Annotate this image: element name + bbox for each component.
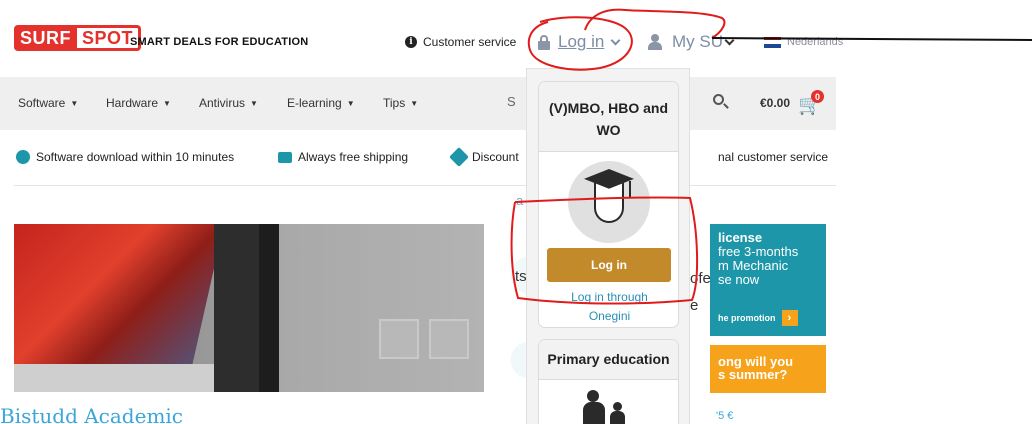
onegini-link[interactable]: Onegini <box>539 309 678 323</box>
tagline: SMART DEALS FOR EDUCATION <box>130 36 309 48</box>
login-dropdown-toggle[interactable]: Log in <box>538 32 621 52</box>
partial-text: e <box>690 297 699 314</box>
promo-license-banner[interactable]: license free 3-months m Mechanic se now … <box>710 224 826 336</box>
customer-service-label: Customer service <box>423 35 517 49</box>
login-card-higher-education: (V)MBO, HBO and WO Log in Log in through… <box>538 81 679 328</box>
nav-item-tips[interactable]: Tips ▼ <box>383 96 418 110</box>
truck-icon <box>278 151 292 163</box>
caret-down-icon: ▼ <box>410 98 419 108</box>
promo-line: se now <box>718 272 760 287</box>
promo-cta[interactable]: he promotion › <box>718 310 798 326</box>
usp-discount: Discount <box>449 147 519 167</box>
user-icon <box>648 34 662 50</box>
nav-item-elearning[interactable]: E-learning ▼ <box>287 96 355 110</box>
tag-icon <box>449 147 469 167</box>
surfspot-logo[interactable]: SURF SPOT <box>14 25 142 51</box>
lock-icon <box>538 34 550 50</box>
card-title: (V)MBO, HBO and WO <box>539 82 678 152</box>
info-icon: i <box>405 36 417 48</box>
children-icon <box>579 388 639 424</box>
promo-summer-banner[interactable]: ong will you s summer? <box>710 345 826 393</box>
login-button[interactable]: Log in <box>547 248 671 282</box>
login-dropdown-menu: (V)MBO, HBO and WO Log in Log in through… <box>526 68 690 424</box>
usp-shipping: Always free shipping <box>278 150 408 164</box>
cloud-download-icon <box>16 150 30 164</box>
cart-amount[interactable]: €0.00 <box>760 96 790 110</box>
logo-surf-text: SURF <box>14 25 77 51</box>
partial-text: a <box>516 193 524 208</box>
login-through-link[interactable]: Log in through <box>539 290 678 304</box>
graduate-icon <box>568 161 650 243</box>
language-switch[interactable]: Nederlands <box>764 36 843 48</box>
dutch-flag-icon <box>764 36 781 48</box>
caret-down-icon: ▼ <box>346 98 355 108</box>
annotation-line <box>711 37 1032 41</box>
divider <box>14 185 836 186</box>
search-input[interactable]: S <box>507 94 516 109</box>
usp-customer-service: nal customer service <box>718 150 829 164</box>
my-su-label: My SU <box>672 32 723 51</box>
language-label: Nederlands <box>787 36 844 48</box>
caret-down-icon: ▼ <box>163 98 171 108</box>
hero-title-link[interactable]: Bistudd Academic <box>0 404 183 424</box>
chevron-down-icon <box>724 35 735 45</box>
search-icon[interactable] <box>713 94 729 110</box>
nav-item-antivirus[interactable]: Antivirus ▼ <box>199 96 258 110</box>
card-title: Primary education <box>539 340 678 380</box>
cart-count-badge: 0 <box>811 90 824 103</box>
nav-item-software[interactable]: Software ▼ <box>18 96 78 110</box>
caret-down-icon: ▼ <box>70 98 79 108</box>
chevron-down-icon <box>610 35 621 45</box>
hero-image[interactable] <box>14 224 484 392</box>
caret-down-icon: ▼ <box>250 98 258 108</box>
customer-service-link[interactable]: i Customer service <box>405 35 516 49</box>
usp-download: Software download within 10 minutes <box>16 150 234 164</box>
promo-title: license <box>718 230 763 245</box>
login-label: Log in <box>558 32 605 51</box>
main-nav: Software ▼ Hardware ▼ Antivirus ▼ E-learnin… <box>0 77 836 130</box>
chevron-right-icon: › <box>781 310 798 326</box>
partial-text: '5 € <box>716 410 734 422</box>
cart-button[interactable]: 🛒 0 <box>798 90 824 115</box>
promo-line: free 3-months <box>718 244 799 259</box>
promo-line: m Mechanic <box>718 258 789 273</box>
partial-text: ts <box>515 268 527 285</box>
nav-item-hardware[interactable]: Hardware ▼ <box>106 96 171 110</box>
login-card-primary-education: Primary education <box>538 339 679 424</box>
my-surfspot-toggle[interactable]: My SU <box>648 32 735 52</box>
